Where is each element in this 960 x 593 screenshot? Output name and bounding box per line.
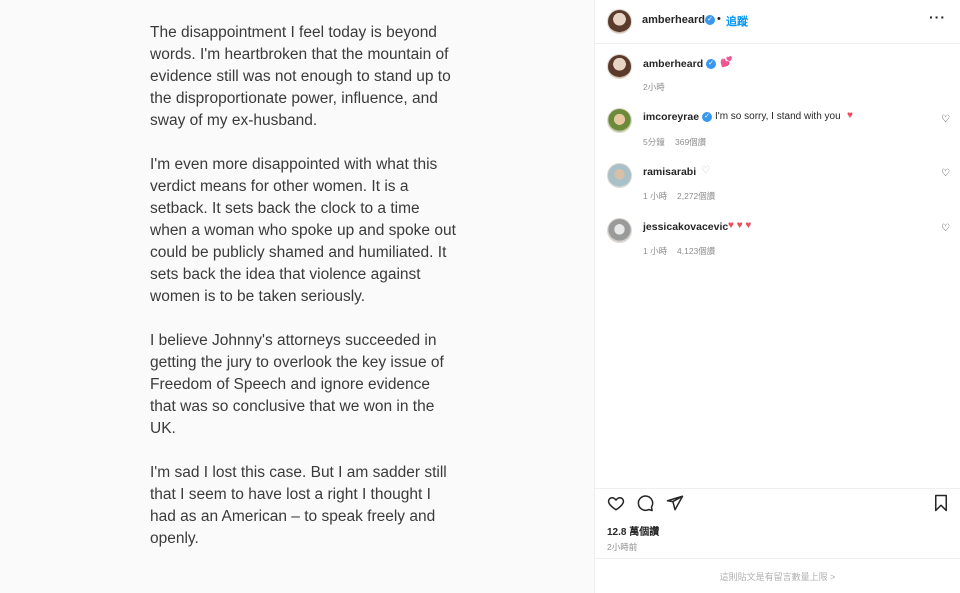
like-comment-icon[interactable]: ♡ bbox=[941, 223, 950, 234]
like-icon[interactable] bbox=[607, 494, 625, 512]
avatar[interactable] bbox=[607, 54, 632, 79]
comment-username[interactable]: jessicakovacevic bbox=[643, 221, 728, 233]
statement-paragraph-2: I'm even more disappointed with what thi… bbox=[150, 156, 456, 305]
comment-text: I'm so sorry, I stand with you bbox=[715, 111, 841, 122]
caption-text: 💕 bbox=[720, 57, 733, 68]
caption-time[interactable]: 2小時 bbox=[643, 81, 665, 93]
comment-likes[interactable]: 2,272個讚 bbox=[677, 190, 715, 202]
bookmark-icon[interactable] bbox=[933, 494, 949, 512]
comment-username[interactable]: imcoreyrae bbox=[643, 111, 699, 123]
header-username[interactable]: amberheard bbox=[642, 14, 705, 26]
avatar[interactable] bbox=[607, 163, 632, 188]
comment-text: ♡ bbox=[701, 165, 710, 176]
avatar[interactable] bbox=[607, 218, 632, 243]
comment-likes[interactable]: 369個讚 bbox=[675, 136, 706, 148]
statement-paragraph-3: I believe Johnny's attorneys succeeded i… bbox=[150, 332, 444, 437]
comment-username[interactable]: ramisarabi bbox=[643, 166, 696, 178]
verified-badge-icon: ✓ bbox=[706, 59, 716, 69]
caption-username[interactable]: amberheard bbox=[643, 58, 703, 70]
comment-likes[interactable]: 4,123個讚 bbox=[677, 245, 715, 257]
comment-time[interactable]: 1 小時 bbox=[643, 245, 667, 257]
avatar[interactable] bbox=[607, 108, 632, 133]
share-icon[interactable] bbox=[666, 494, 684, 512]
post-image: The disappointment I feel today is beyon… bbox=[0, 0, 594, 593]
red-hearts-emoji: ♥ ♥ ♥ bbox=[728, 220, 752, 231]
comment-time[interactable]: 5分鐘 bbox=[643, 136, 665, 148]
comment-time[interactable]: 1 小時 bbox=[643, 190, 667, 202]
statement-text: The disappointment I feel today is beyon… bbox=[150, 22, 460, 572]
post-actions bbox=[595, 488, 960, 518]
post-time[interactable]: 2小時前 bbox=[607, 541, 637, 553]
more-options-icon[interactable]: ··· bbox=[929, 9, 946, 25]
statement-paragraph-1: The disappointment I feel today is beyon… bbox=[150, 24, 451, 129]
follow-button[interactable]: 追蹤 bbox=[726, 13, 748, 29]
post-header: amberheard ✓ • 追蹤 ··· bbox=[595, 0, 960, 44]
red-heart-emoji: ♥ bbox=[847, 110, 853, 121]
statement-paragraph-4: I'm sad I lost this case. But I am sadde… bbox=[150, 464, 447, 547]
comments-limit-notice[interactable]: 這則貼文是有留言數量上限 > bbox=[595, 558, 960, 593]
verified-badge-icon: ✓ bbox=[702, 112, 712, 122]
avatar[interactable] bbox=[607, 9, 632, 34]
like-count[interactable]: 12.8 萬個讚 bbox=[607, 523, 659, 538]
like-comment-icon[interactable]: ♡ bbox=[941, 168, 950, 179]
verified-badge-icon: ✓ bbox=[705, 15, 715, 25]
separator-dot: • bbox=[717, 13, 721, 25]
post-sidebar: amberheard ✓ • 追蹤 ··· amberheard ✓ 💕 2小時… bbox=[594, 0, 960, 593]
comment-icon[interactable] bbox=[636, 494, 654, 512]
like-comment-icon[interactable]: ♡ bbox=[941, 114, 950, 125]
